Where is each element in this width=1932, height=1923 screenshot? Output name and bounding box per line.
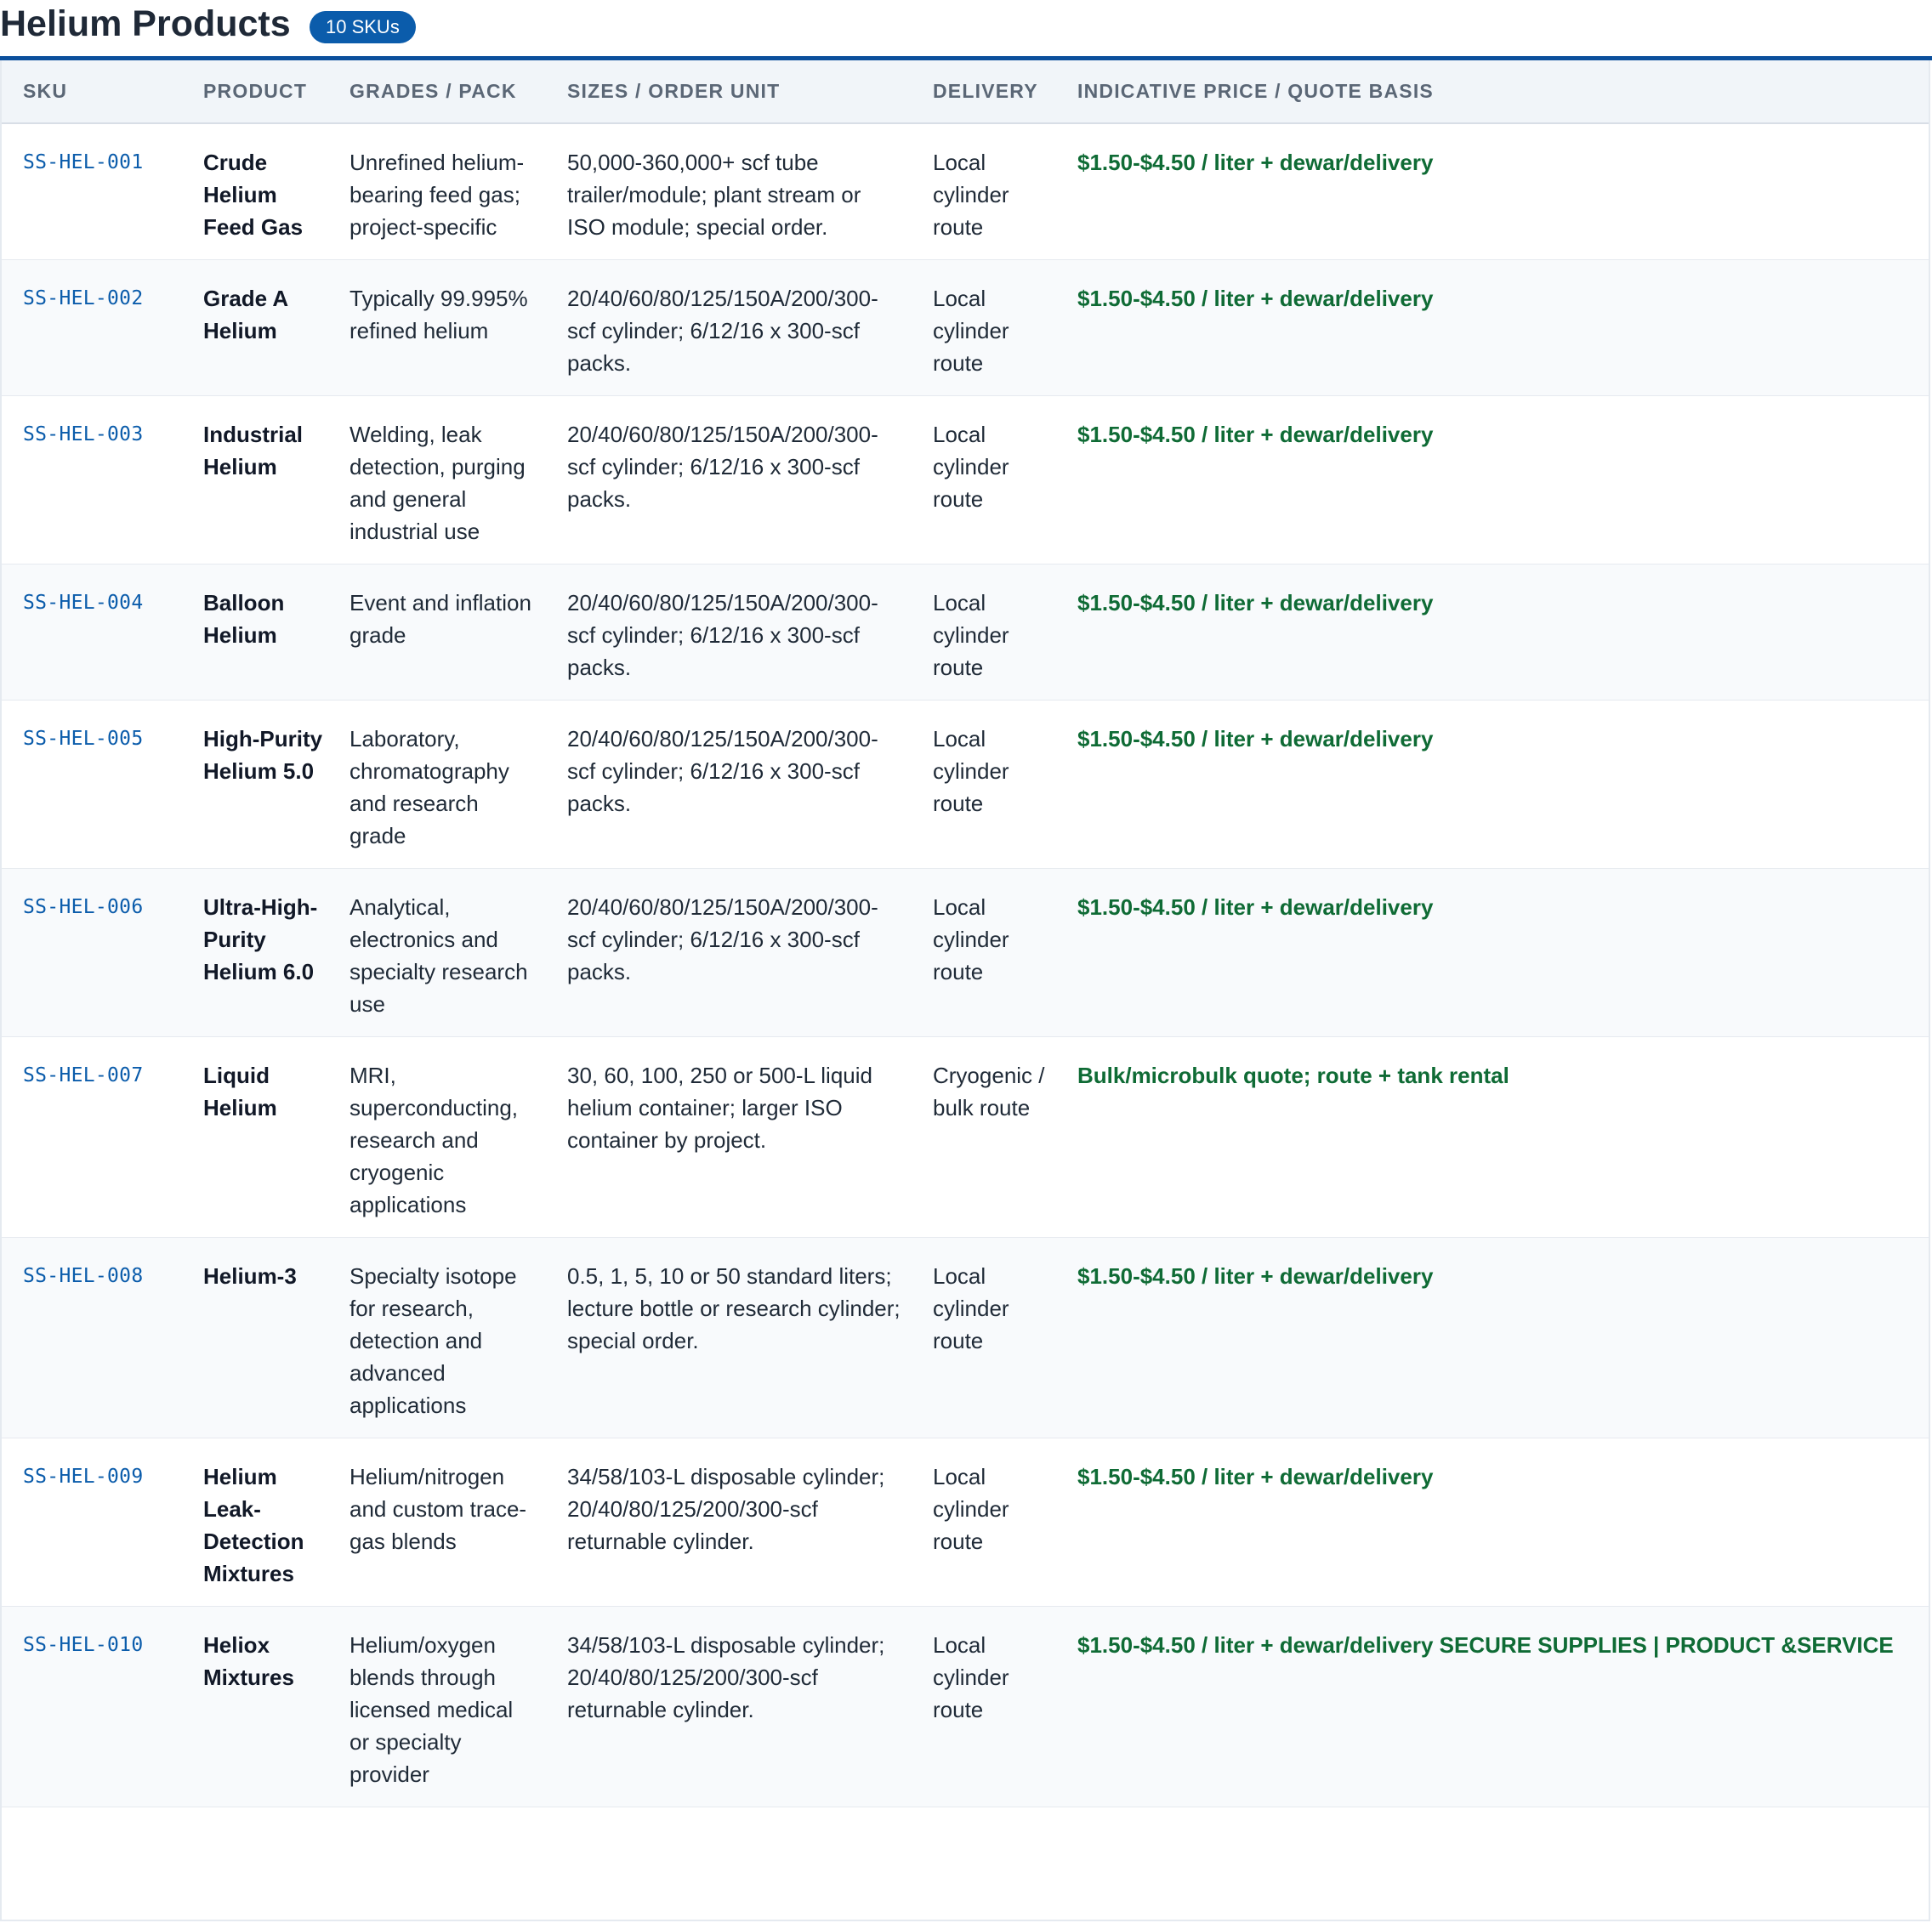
sku-cell[interactable]: SS-HEL-004 [2, 564, 181, 701]
size-cell: 30, 60, 100, 250 or 500-L liquid helium … [545, 1036, 911, 1238]
table-header-row: SKU PRODUCT GRADES / PACK SIZES / ORDER … [2, 60, 1929, 124]
products-table-container: SKU PRODUCT GRADES / PACK SIZES / ORDER … [0, 60, 1930, 1921]
table-body: SS-HEL-001 Crude Helium Feed Gas Unrefin… [2, 123, 1929, 1862]
delivery-cell: Local cylinder route [911, 868, 1055, 1037]
product-cell: Ultra-High-Purity Helium 6.0 [181, 868, 327, 1037]
price-cell: $1.50-$4.50 / liter + dewar/delivery [1055, 564, 1929, 701]
grade-cell: Helium/oxygen blends through licensed me… [327, 1606, 545, 1807]
size-cell: 20/40/60/80/125/150A/200/300-scf cylinde… [545, 259, 911, 396]
delivery-cell: Cryogenic / bulk route [911, 1036, 1055, 1238]
table-row[interactable]: SS-HEL-002 Grade A Helium Typically 99.9… [2, 259, 1929, 396]
price-cell: $1.50-$4.50 / liter + dewar/delivery [1055, 1438, 1929, 1607]
sku-cell[interactable]: SS-HEL-009 [2, 1438, 181, 1607]
price-cell: $1.50-$4.50 / liter + dewar/delivery [1055, 395, 1929, 564]
size-cell: 34/58/103-L disposable cylinder; 20/40/8… [545, 1438, 911, 1607]
grade-cell: Analytical, electronics and specialty re… [327, 868, 545, 1037]
price-cell: $1.50-$4.50 / liter + dewar/delivery [1055, 868, 1929, 1037]
sku-cell[interactable]: SS-HEL-006 [2, 868, 181, 1037]
column-header-sizes[interactable]: SIZES / ORDER UNIT [545, 60, 911, 124]
product-cell: Liquid Helium [181, 1036, 327, 1238]
sku-cell[interactable]: SS-HEL-005 [2, 700, 181, 869]
grade-cell: Unrefined helium-bearing feed gas; proje… [327, 123, 545, 260]
grade-cell: Typically 99.995% refined helium [327, 259, 545, 396]
page-header: Helium Products 10 SKUs [0, 0, 1932, 56]
delivery-cell: Local cylinder route [911, 123, 1055, 260]
size-cell: 20/40/60/80/125/150A/200/300-scf cylinde… [545, 395, 911, 564]
table-row[interactable]: SS-HEL-001 Crude Helium Feed Gas Unrefin… [2, 123, 1929, 260]
product-cell: High-Purity Helium 5.0 [181, 700, 327, 869]
size-cell: 20/40/60/80/125/150A/200/300-scf cylinde… [545, 700, 911, 869]
table-row[interactable]: SS-HEL-008 Helium-3 Specialty isotope fo… [2, 1237, 1929, 1438]
product-cell: Balloon Helium [181, 564, 327, 701]
delivery-cell: Local cylinder route [911, 1606, 1055, 1807]
column-header-price[interactable]: INDICATIVE PRICE / QUOTE BASIS [1055, 60, 1929, 124]
page-title: Helium Products [0, 3, 291, 44]
sku-cell[interactable]: SS-HEL-007 [2, 1036, 181, 1238]
sku-cell[interactable]: SS-HEL-003 [2, 395, 181, 564]
delivery-cell: Local cylinder route [911, 259, 1055, 396]
price-cell: $1.50-$4.50 / liter + dewar/delivery [1055, 1237, 1929, 1438]
product-cell: Helium-3 [181, 1237, 327, 1438]
size-cell: 0.5, 1, 5, 10 or 50 standard liters; lec… [545, 1237, 911, 1438]
sku-cell[interactable]: SS-HEL-010 [2, 1606, 181, 1807]
column-header-grades[interactable]: GRADES / PACK [327, 60, 545, 124]
table-row[interactable]: SS-HEL-004 Balloon Helium Event and infl… [2, 564, 1929, 701]
sku-cell[interactable]: SS-HEL-002 [2, 259, 181, 396]
grade-cell: Laboratory, chromatography and research … [327, 700, 545, 869]
table-row[interactable]: SS-HEL-005 High-Purity Helium 5.0 Labora… [2, 700, 1929, 869]
table-footer-spacer [2, 1807, 1929, 1862]
size-cell: 50,000-360,000+ scf tube trailer/module;… [545, 123, 911, 260]
product-cell: Crude Helium Feed Gas [181, 123, 327, 260]
product-cell: Helium Leak-Detection Mixtures [181, 1438, 327, 1607]
column-header-product[interactable]: PRODUCT [181, 60, 327, 124]
product-cell: Industrial Helium [181, 395, 327, 564]
table-row[interactable]: SS-HEL-010 Heliox Mixtures Helium/oxygen… [2, 1606, 1929, 1807]
delivery-cell: Local cylinder route [911, 564, 1055, 701]
size-cell: 34/58/103-L disposable cylinder; 20/40/8… [545, 1606, 911, 1807]
product-cell: Heliox Mixtures [181, 1606, 327, 1807]
delivery-cell: Local cylinder route [911, 700, 1055, 869]
delivery-cell: Local cylinder route [911, 1438, 1055, 1607]
grade-cell: Event and inflation grade [327, 564, 545, 701]
sku-cell[interactable]: SS-HEL-008 [2, 1237, 181, 1438]
column-header-delivery[interactable]: DELIVERY [911, 60, 1055, 124]
grade-cell: Helium/nitrogen and custom trace-gas ble… [327, 1438, 545, 1607]
grade-cell: MRI, superconducting, research and cryog… [327, 1036, 545, 1238]
grade-cell: Specialty isotope for research, detectio… [327, 1237, 545, 1438]
table-header: SKU PRODUCT GRADES / PACK SIZES / ORDER … [2, 60, 1929, 124]
products-table: SKU PRODUCT GRADES / PACK SIZES / ORDER … [2, 60, 1929, 1862]
table-row[interactable]: SS-HEL-006 Ultra-High-Purity Helium 6.0 … [2, 868, 1929, 1037]
table-row[interactable]: SS-HEL-003 Industrial Helium Welding, le… [2, 395, 1929, 564]
size-cell: 20/40/60/80/125/150A/200/300-scf cylinde… [545, 564, 911, 701]
sku-count-badge: 10 SKUs [310, 11, 416, 43]
price-cell: $1.50-$4.50 / liter + dewar/delivery SEC… [1055, 1606, 1929, 1807]
table-row[interactable]: SS-HEL-007 Liquid Helium MRI, supercondu… [2, 1036, 1929, 1238]
column-header-sku[interactable]: SKU [2, 60, 181, 124]
price-cell: $1.50-$4.50 / liter + dewar/delivery [1055, 700, 1929, 869]
grade-cell: Welding, leak detection, purging and gen… [327, 395, 545, 564]
price-cell: $1.50-$4.50 / liter + dewar/delivery [1055, 259, 1929, 396]
price-cell: Bulk/microbulk quote; route + tank renta… [1055, 1036, 1929, 1238]
sku-cell[interactable]: SS-HEL-001 [2, 123, 181, 260]
price-cell: $1.50-$4.50 / liter + dewar/delivery [1055, 123, 1929, 260]
product-cell: Grade A Helium [181, 259, 327, 396]
size-cell: 20/40/60/80/125/150A/200/300-scf cylinde… [545, 868, 911, 1037]
page: Helium Products 10 SKUs SKU PRODUCT GRAD… [0, 0, 1932, 1923]
delivery-cell: Local cylinder route [911, 1237, 1055, 1438]
delivery-cell: Local cylinder route [911, 395, 1055, 564]
table-row[interactable]: SS-HEL-009 Helium Leak-Detection Mixture… [2, 1438, 1929, 1607]
table-footer-spacer-cell [2, 1807, 1929, 1862]
